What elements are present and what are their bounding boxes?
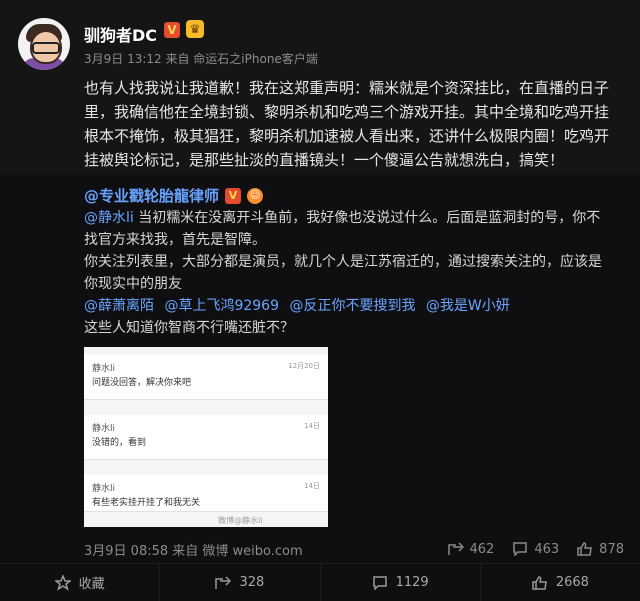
mention-link[interactable]: @反正你不要搜到我: [289, 298, 415, 314]
repost-content: @专业戳轮胎龍律师 V ☺ @静水li 当初糯米在没离开斗鱼前，我好像也没说过什…: [84, 185, 624, 339]
mentions-row: @薛萧离陌 @草上飞鸿92969 @反正你不要搜到我 @我是W小妍: [84, 295, 624, 317]
post-text-line: 挂被舆论标记，是那些扯淡的直播镜头！一个傻逼公告就想洗白，搞笑！: [84, 151, 565, 169]
post-text-line: 里，我确信他在全境封锁、黎明杀机和吃鸡三个游戏开挂。其中全境和吃鸡开挂: [84, 103, 610, 121]
post-text: 也有人找我说让我道歉！我在这郑重声明：糯米就是个资深挂比，在直播的日子 里，我确…: [84, 76, 624, 172]
repost-forward-stat[interactable]: 462: [447, 541, 495, 557]
screenshot-card-date: 14日: [304, 482, 320, 490]
bottom-action-bar: 收藏 328 1129 2668: [0, 563, 640, 601]
screenshot-card-date: 12月20日: [288, 362, 320, 370]
avatar-glasses: [32, 42, 60, 54]
repost-line: 找官方来找我，首先是智障。: [84, 232, 266, 248]
screenshot-card: 静水li 没错的，看到 14日: [84, 415, 328, 460]
screenshot-watermark: 微博@静水li: [218, 516, 263, 525]
quoted-repost: @专业戳轮胎龍律师 V ☺ @静水li 当初糯米在没离开斗鱼前，我好像也没说过什…: [0, 175, 640, 600]
repost-line: 你关注列表里，大部分都是演员，就几个人是江苏宿迁的，通过搜索关注的，应该是: [84, 254, 602, 270]
post-text-line: 也有人找我说让我道歉！我在这郑重声明：糯米就是个资深挂比，在直播的日子: [84, 79, 610, 97]
repost-author-row: @专业戳轮胎龍律师 V ☺: [84, 185, 624, 207]
attached-screenshot[interactable]: 静水li 问题没回答，解决你来吧 12月20日 静水li 没错的，看到 14日 …: [84, 347, 328, 527]
mention-link[interactable]: @静水li: [84, 210, 134, 226]
screenshot-card: 静水li 问题没回答，解决你来吧 12月20日: [84, 355, 328, 400]
screenshot-card-text: 问题没回答，解决你来吧: [92, 378, 192, 388]
thumbs-up-icon: [577, 542, 593, 556]
comment-icon: [513, 542, 528, 556]
comment-count: 1129: [395, 575, 429, 590]
forward-icon: [447, 542, 464, 555]
verified-icon: V: [164, 22, 180, 38]
repost-line: 这些人知道你智商不行嘴还脏不？: [84, 320, 294, 336]
screenshot-card-name: 静水li: [92, 364, 116, 374]
mention-link[interactable]: @薛萧离陌: [84, 298, 154, 314]
repost-comment-stat[interactable]: 463: [512, 542, 559, 557]
repost-footer: 3月9日 08:58 来自 微博 weibo.com 462 463 878: [84, 537, 624, 561]
favorite-label: 收藏: [78, 577, 105, 592]
post-text-line: 根本不掩饰，极其猖狂，黎明杀机加速被人看出来，还讲什么极限内圈！吃鸡开: [84, 127, 610, 145]
repost-source: 3月9日 08:58 来自 微博 weibo.com: [84, 543, 303, 559]
screenshot-card-text: 有些老实挂开挂了和我无关: [92, 498, 201, 508]
favorite-button[interactable]: 收藏: [0, 564, 161, 601]
mention-link[interactable]: @草上飞鸿92969: [164, 298, 279, 314]
forward-icon: [215, 575, 232, 589]
forward-button[interactable]: 328: [160, 564, 321, 601]
forward-count: 462: [469, 541, 495, 557]
repost-like-stat[interactable]: 878: [577, 542, 624, 557]
star-icon: [54, 574, 71, 591]
user-avatar[interactable]: [18, 18, 70, 70]
repost-line: 你现实中的朋友: [84, 276, 182, 292]
repost-line: @静水li 当初糯米在没离开斗鱼前，我好像也没说过什么。后面是蓝洞封的号，你不: [84, 207, 624, 229]
crown-icon: ♛: [186, 20, 204, 38]
screenshot-card-date: 14日: [304, 422, 320, 430]
post-meta: 3月9日 13:12 来自 命运石之iPhone客户端: [84, 52, 318, 66]
comment-icon: [372, 575, 387, 590]
post-username[interactable]: 驯狗者DC: [84, 22, 157, 46]
repost-line-text: 当初糯米在没离开斗鱼前，我好像也没说过什么。后面是蓝洞封的号，你不: [133, 210, 601, 226]
mention-link[interactable]: @我是W小妍: [426, 298, 510, 314]
comment-count: 463: [534, 541, 560, 557]
emoji-icon: ☺: [247, 188, 264, 204]
screenshot-card: 静水li 有些老实挂开挂了和我无关 14日: [84, 475, 328, 512]
screenshot-card-name: 静水li: [92, 424, 116, 434]
weibo-post: 驯狗者DC V ♛ 3月9日 13:12 来自 命运石之iPhone客户端 也有…: [0, 0, 640, 175]
screenshot-card-name: 静水li: [92, 484, 116, 494]
like-button[interactable]: 2668: [481, 564, 640, 601]
verified-icon: V: [225, 188, 242, 204]
thumbs-up-icon: [532, 575, 547, 590]
comment-button[interactable]: 1129: [321, 564, 481, 601]
repost-author[interactable]: @专业戳轮胎龍律师: [84, 185, 219, 207]
forward-count: 328: [239, 575, 265, 590]
screenshot-card-text: 没错的，看到: [92, 438, 147, 448]
like-count: 2668: [555, 575, 589, 590]
like-count: 878: [599, 541, 624, 557]
